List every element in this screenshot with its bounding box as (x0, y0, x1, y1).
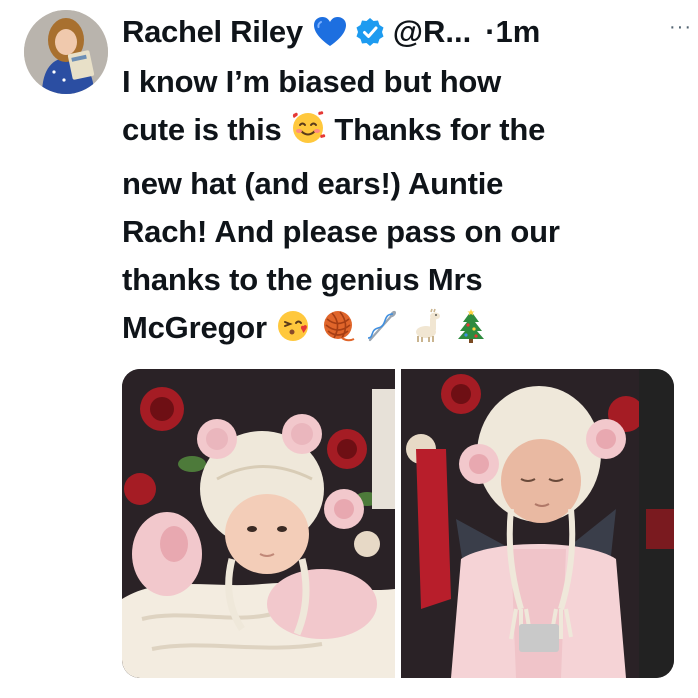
text-line: cute is this Thanks for the (122, 106, 682, 160)
author-avatar[interactable] (24, 10, 108, 94)
text-line: Rach! And please pass on our (122, 208, 682, 256)
tweet-header: Rachel Riley @R... ·1m (122, 6, 688, 58)
text-line-4: Rach! And please pass on our (122, 214, 560, 249)
author-handle[interactable]: @R... (393, 14, 471, 50)
photo-1[interactable] (122, 369, 395, 678)
llama-emoji (409, 308, 445, 358)
author-name[interactable]: Rachel Riley (122, 14, 303, 50)
text-line-2: cute is this (122, 112, 282, 147)
christmas-tree-emoji (453, 308, 489, 358)
verified-badge-icon (355, 17, 385, 47)
text-line-5: thanks to the genius Mrs (122, 262, 483, 297)
text-line-3: new hat (and ears!) Auntie (122, 166, 504, 201)
smiling-face-with-hearts-emoji (290, 110, 326, 160)
yarn-emoji (320, 308, 356, 358)
sewing-needle-emoji (364, 308, 400, 358)
text-line: new hat (and ears!) Auntie (122, 160, 682, 208)
tweet-text: I know I’m biased but how cute is this T… (122, 58, 682, 358)
text-line-1: I know I’m biased but how (122, 64, 502, 99)
tweet-timestamp[interactable]: ·1m (485, 14, 540, 50)
text-line: I know I’m biased but how (122, 58, 682, 106)
text-line: thanks to the genius Mrs (122, 256, 682, 304)
text-line-2b: Thanks for the (334, 112, 546, 147)
more-options-icon[interactable]: ··· (669, 16, 692, 39)
photo-2[interactable] (401, 369, 674, 678)
text-line: McGregor (122, 304, 682, 358)
text-line-6: McGregor (122, 310, 267, 345)
tweet-media (122, 369, 674, 678)
face-blowing-kiss-emoji (275, 308, 311, 358)
blue-heart-icon (313, 16, 347, 48)
